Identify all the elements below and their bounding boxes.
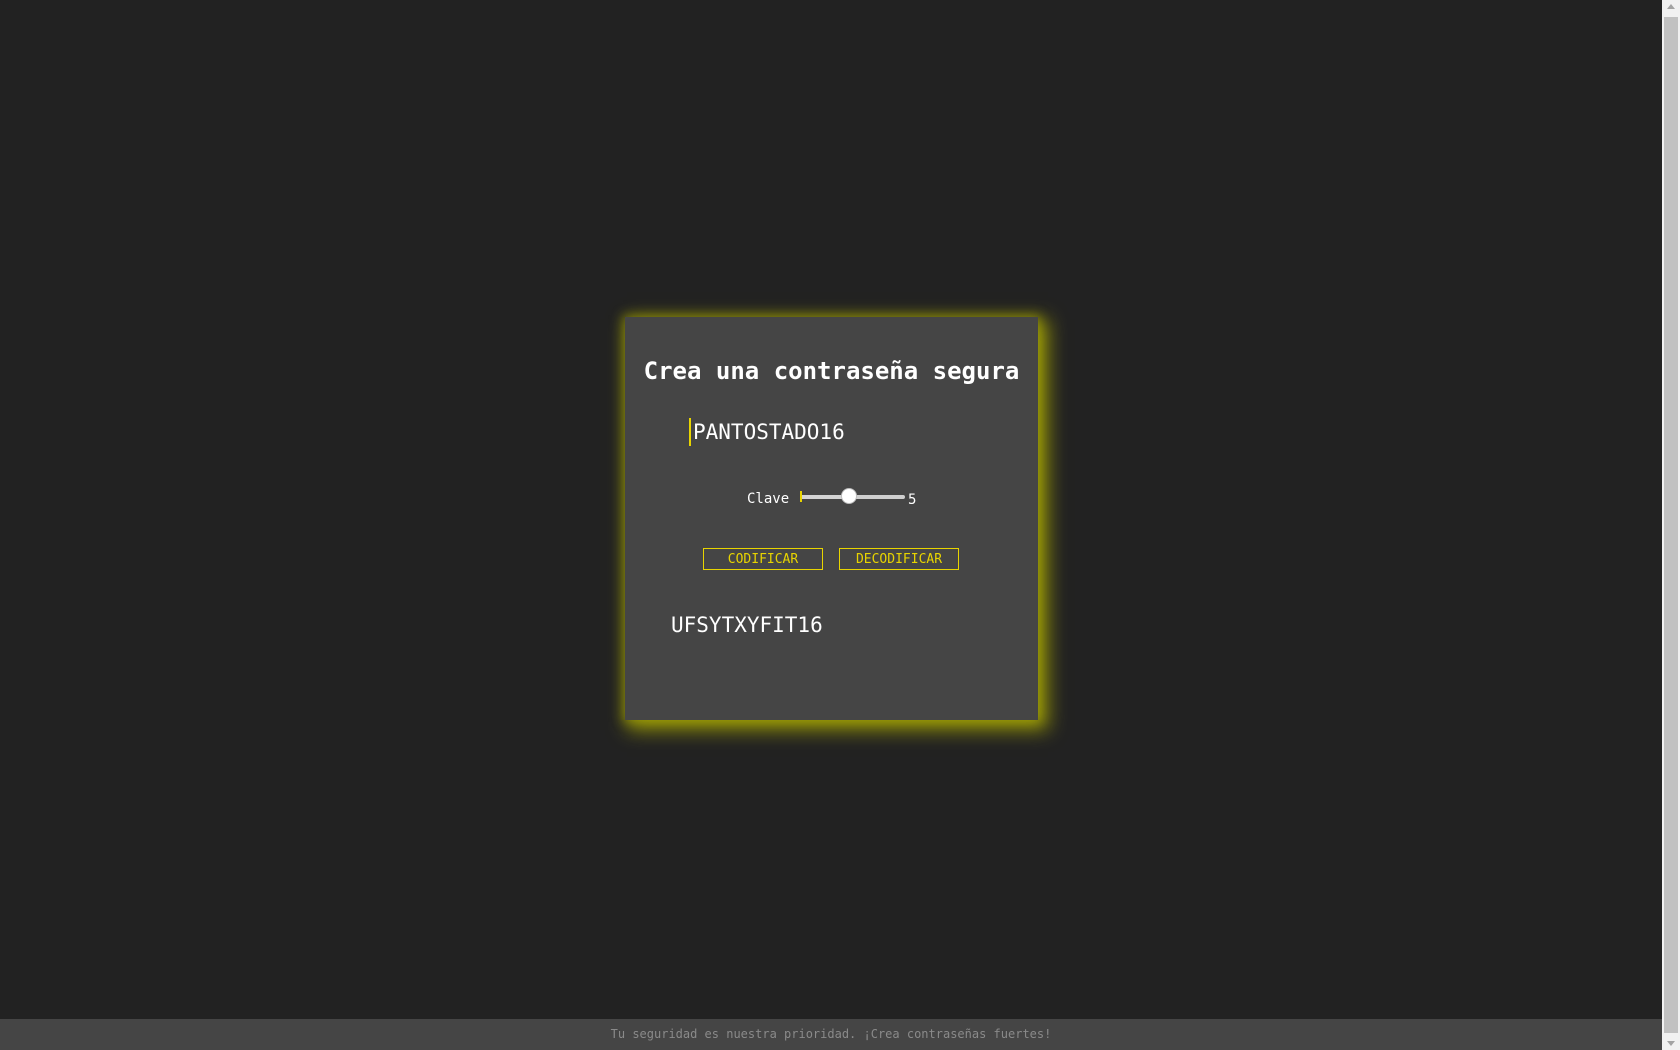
password-input[interactable]	[693, 417, 973, 447]
encode-button[interactable]: CODIFICAR	[703, 548, 823, 570]
scroll-up-arrow-icon[interactable]	[1667, 4, 1675, 9]
scrollbar-thumb[interactable]	[1664, 17, 1678, 1033]
password-card: Crea una contraseña segura Clave 5 CODIF…	[625, 317, 1038, 720]
footer: Tu seguridad es nuestra prioridad. ¡Crea…	[0, 1019, 1662, 1050]
key-slider-thumb[interactable]	[840, 488, 857, 504]
key-row: Clave 5	[625, 487, 1038, 511]
page: Crea una contraseña segura Clave 5 CODIF…	[0, 0, 1662, 1050]
text-caret	[689, 418, 691, 446]
decode-button[interactable]: DECODIFICAR	[839, 548, 959, 570]
key-value: 5	[908, 492, 917, 508]
key-slider-focus-mark	[800, 491, 802, 502]
password-input-wrapper[interactable]	[689, 417, 979, 447]
page-title: Crea una contraseña segura	[643, 357, 1020, 385]
key-label: Clave	[747, 491, 790, 507]
vertical-scrollbar[interactable]	[1662, 0, 1680, 1050]
footer-text: Tu seguridad es nuestra prioridad. ¡Crea…	[610, 1027, 1052, 1041]
scroll-down-arrow-icon[interactable]	[1667, 1041, 1675, 1046]
result-output: UFSYTXYFIT16	[671, 613, 823, 637]
